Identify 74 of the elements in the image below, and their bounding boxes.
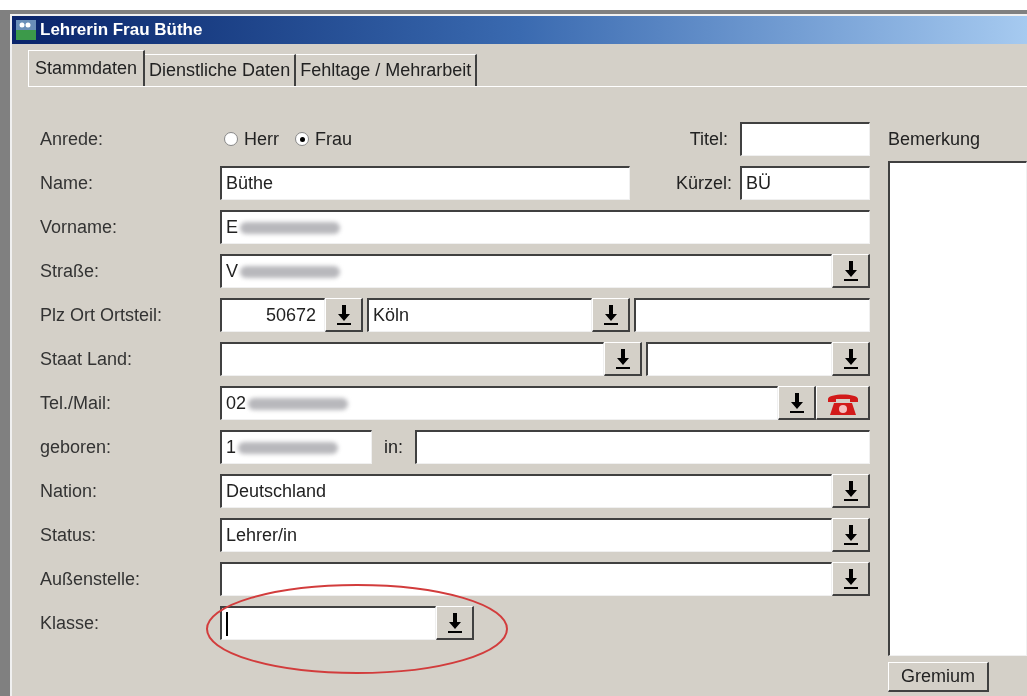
text-field[interactable] (220, 562, 832, 596)
text-field[interactable]: Köln (367, 298, 592, 332)
tab[interactable]: Stammdaten (28, 50, 146, 86)
remarks-label: Bemerkung (888, 127, 982, 151)
field-label: Titel: (689, 127, 728, 151)
field-label: Außenstelle: (40, 567, 142, 591)
arrow-down-to-line-icon (335, 303, 352, 326)
text-field[interactable]: Büthe (220, 166, 630, 200)
text-field[interactable]: 1 (220, 430, 372, 464)
dropdown-button[interactable] (832, 254, 870, 288)
text-field[interactable] (220, 606, 436, 640)
field-value: E (226, 216, 238, 239)
field-label: Vorname: (40, 215, 119, 239)
field-value: 02 (226, 392, 247, 415)
text-field[interactable] (634, 298, 870, 332)
radio-option[interactable]: Herr (224, 125, 279, 153)
dropdown-button[interactable] (325, 298, 363, 332)
tab[interactable]: Fehltage / Mehrarbeit (296, 54, 478, 86)
text-cursor (226, 611, 228, 636)
text-field[interactable]: BÜ (740, 166, 870, 200)
arrow-down-to-line-icon (446, 611, 463, 634)
text-field[interactable]: V (220, 254, 832, 288)
arrow-down-to-line-icon (842, 523, 859, 546)
text-field[interactable]: Lehrer/in (220, 518, 832, 552)
field-value: BÜ (746, 172, 771, 195)
dropdown-button[interactable] (436, 606, 474, 640)
field-label: Name: (40, 171, 94, 195)
arrow-down-to-line-icon (842, 567, 859, 590)
dropdown-button[interactable] (778, 386, 816, 420)
field-label: Nation: (40, 479, 99, 503)
text-field[interactable]: 50672 (220, 298, 325, 332)
remarks-field[interactable] (888, 161, 1027, 656)
arrow-down-to-line-icon (842, 259, 859, 282)
text-field[interactable]: Deutschland (220, 474, 832, 508)
dropdown-button[interactable] (832, 342, 870, 376)
field-label: Tel./Mail: (40, 391, 112, 415)
text-field[interactable]: E (220, 210, 870, 244)
dropdown-button[interactable] (604, 342, 642, 376)
window-title: Lehrerin Frau Büthe (40, 19, 203, 42)
arrow-down-to-line-icon (788, 391, 805, 414)
field-value: 1 (226, 436, 236, 459)
field-value: V (226, 260, 238, 283)
field-label: Straße: (40, 259, 101, 283)
field-label: Kürzel: (675, 171, 732, 195)
field-label: Klasse: (40, 611, 101, 635)
field-value: Büthe (226, 172, 274, 195)
text-field[interactable] (740, 122, 870, 156)
text-field[interactable] (646, 342, 832, 376)
tab[interactable]: Dienstliche Daten (145, 54, 297, 86)
arrow-down-to-line-icon (842, 347, 859, 370)
radio-option[interactable]: Frau (295, 125, 352, 153)
dropdown-button[interactable] (832, 518, 870, 552)
app-icon (16, 20, 36, 40)
dropdown-button[interactable] (832, 562, 870, 596)
arrow-down-to-line-icon (614, 347, 631, 370)
field-label: Status: (40, 523, 98, 547)
field-label: Plz Ort Ortsteil: (40, 303, 163, 327)
text-field[interactable] (220, 342, 604, 376)
field-value: Köln (373, 304, 410, 327)
dropdown-button[interactable] (592, 298, 630, 332)
dropdown-button[interactable] (832, 474, 870, 508)
text-field[interactable] (415, 430, 870, 464)
arrow-down-to-line-icon (842, 479, 859, 502)
text-field[interactable]: 02 (220, 386, 778, 420)
field-label: geboren: (40, 435, 113, 459)
field-value: Lehrer/in (226, 524, 298, 547)
field-label: Staat Land: (40, 347, 134, 371)
tab[interactable]: Gremium (888, 662, 989, 692)
field-label: in: (384, 435, 403, 459)
field-value: 50672 (265, 304, 316, 327)
field-value: Deutschland (226, 480, 327, 503)
field-label: Anrede: (40, 127, 105, 151)
phone-button[interactable] (816, 386, 870, 420)
arrow-down-to-line-icon (602, 303, 619, 326)
